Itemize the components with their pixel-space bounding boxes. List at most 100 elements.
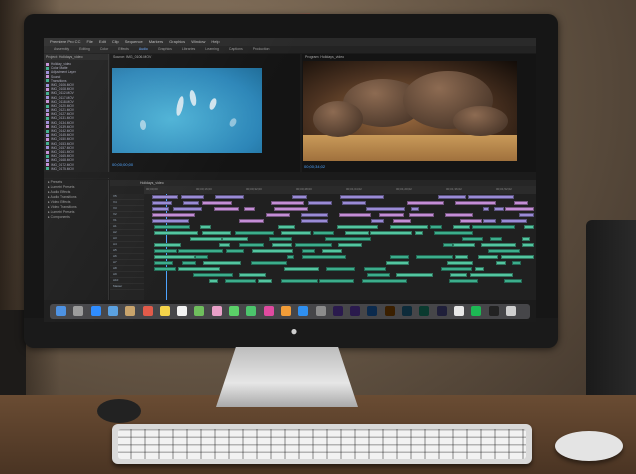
audio-clip[interactable] <box>251 261 288 265</box>
audio-clip[interactable] <box>202 231 231 235</box>
photoshop-icon[interactable] <box>367 306 378 316</box>
audio-clip[interactable] <box>318 279 355 283</box>
audio-clip[interactable] <box>284 267 319 271</box>
audio-clip[interactable] <box>440 267 473 271</box>
audio-clip[interactable] <box>154 225 190 229</box>
audio-clip[interactable] <box>154 261 173 265</box>
mail-icon[interactable] <box>107 306 118 316</box>
video-clip[interactable] <box>500 219 528 223</box>
video-clip[interactable] <box>152 201 173 205</box>
audio-clip[interactable] <box>181 261 197 265</box>
notes-icon[interactable] <box>159 306 170 316</box>
video-clip[interactable] <box>407 201 445 205</box>
ibooks-icon[interactable] <box>280 306 291 316</box>
video-clip[interactable] <box>270 201 305 205</box>
menu-item[interactable]: File <box>86 39 92 44</box>
track-header[interactable]: Master <box>110 284 144 290</box>
video-clip[interactable] <box>365 207 406 211</box>
spotify-icon[interactable] <box>471 306 482 316</box>
video-clip[interactable] <box>459 219 483 223</box>
video-clip[interactable] <box>408 213 435 217</box>
audio-clip[interactable] <box>462 237 484 241</box>
audio-clip[interactable] <box>154 267 177 271</box>
project-item[interactable]: IMG_0175.MOV <box>46 167 106 171</box>
workspace-tab[interactable]: Captions <box>229 47 243 51</box>
audio-clip[interactable] <box>281 279 318 283</box>
menu-item[interactable]: Markers <box>149 39 163 44</box>
audio-clip[interactable] <box>523 225 534 229</box>
video-clip[interactable] <box>483 207 490 211</box>
workspace-tab[interactable]: Color <box>100 47 108 51</box>
video-clip[interactable] <box>214 207 239 211</box>
video-clip[interactable] <box>513 201 529 205</box>
audio-clip[interactable] <box>235 231 275 235</box>
audio-clip[interactable] <box>455 255 469 259</box>
audio-clip[interactable] <box>239 243 264 247</box>
audio-clip[interactable] <box>189 237 223 241</box>
lightroom-icon[interactable] <box>402 306 412 316</box>
audio-clip[interactable] <box>326 267 356 271</box>
launchpad-icon[interactable] <box>73 306 84 316</box>
audio-clip[interactable] <box>312 231 335 235</box>
menu-item[interactable]: Premiere Pro CC <box>50 39 80 44</box>
audio-clip[interactable] <box>251 249 293 253</box>
trash-icon[interactable] <box>505 306 516 316</box>
audio-clip[interactable] <box>449 273 467 277</box>
audio-clip[interactable] <box>154 243 182 247</box>
audio-clip[interactable] <box>154 255 195 259</box>
audio-clip[interactable] <box>453 225 471 229</box>
menu-item[interactable]: Edit <box>99 39 106 44</box>
audio-clip[interactable] <box>321 249 342 253</box>
audio-clip[interactable] <box>501 255 534 259</box>
video-clip[interactable] <box>183 201 199 205</box>
video-clip[interactable] <box>393 219 412 223</box>
audio-clip[interactable] <box>280 231 312 235</box>
audio-clip[interactable] <box>258 279 272 283</box>
workspace-tab[interactable]: Production <box>253 47 270 51</box>
after-effects-icon[interactable] <box>350 306 361 316</box>
video-clip[interactable] <box>504 207 534 211</box>
menu-item[interactable]: Help <box>211 39 219 44</box>
video-clip[interactable] <box>518 213 534 217</box>
audio-clip[interactable] <box>480 243 516 247</box>
workspace-tab[interactable]: Libraries <box>182 47 195 51</box>
audio-clip[interactable] <box>430 225 442 229</box>
menu-item[interactable]: Graphics <box>169 39 185 44</box>
audio-clip[interactable] <box>434 231 473 235</box>
audio-clip[interactable] <box>389 225 428 229</box>
audio-clip[interactable] <box>222 237 248 241</box>
video-clip[interactable] <box>411 207 420 211</box>
audio-clip[interactable] <box>224 279 257 283</box>
audio-clip[interactable] <box>337 243 362 247</box>
audio-clip[interactable] <box>154 249 178 253</box>
audio-clip[interactable] <box>389 255 409 259</box>
audio-clip[interactable] <box>337 225 379 229</box>
audio-clip[interactable] <box>202 261 242 265</box>
menu-item[interactable]: Sequence <box>125 39 143 44</box>
video-clip[interactable] <box>341 201 366 205</box>
audio-clip[interactable] <box>364 267 386 271</box>
audio-clip[interactable] <box>194 255 209 259</box>
video-clip[interactable] <box>201 201 232 205</box>
video-clip[interactable] <box>338 213 372 217</box>
audio-clip[interactable] <box>522 237 531 241</box>
audio-clip[interactable] <box>385 261 410 265</box>
audio-clip[interactable] <box>302 249 315 253</box>
itunes-icon[interactable] <box>263 306 274 316</box>
premiere-icon[interactable] <box>332 306 343 316</box>
audio-clip[interactable] <box>469 273 514 277</box>
audio-clip[interactable] <box>521 243 534 247</box>
audio-clip[interactable] <box>238 273 267 277</box>
app-store-icon[interactable] <box>298 306 309 316</box>
audio-clip[interactable] <box>453 243 476 247</box>
video-clip[interactable] <box>152 207 169 211</box>
media-encoder-icon[interactable] <box>436 306 447 316</box>
audio-clip[interactable] <box>154 231 199 235</box>
video-clip[interactable] <box>266 213 290 217</box>
system-preferences-icon[interactable] <box>315 306 326 316</box>
audition-icon[interactable] <box>419 306 430 316</box>
video-clip[interactable] <box>152 213 196 217</box>
video-clip[interactable] <box>468 195 514 199</box>
illustrator-icon[interactable] <box>384 306 395 316</box>
video-clip[interactable] <box>438 195 467 199</box>
